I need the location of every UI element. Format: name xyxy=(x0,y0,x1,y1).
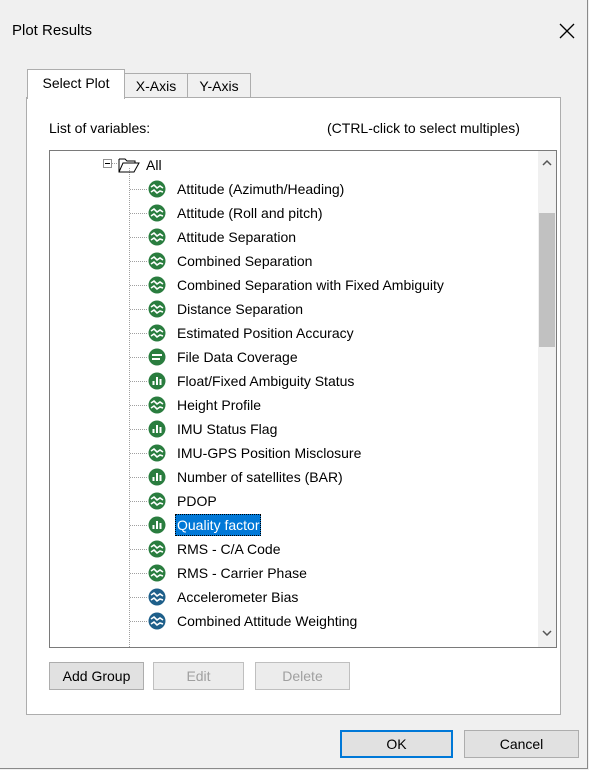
tree-item[interactable]: Height Profile xyxy=(50,393,538,417)
tree-item-label: Estimated Position Accuracy xyxy=(177,325,354,341)
edit-button[interactable]: Edit xyxy=(153,662,244,690)
tree-item[interactable]: Accelerometer Bias xyxy=(50,585,538,609)
close-icon[interactable] xyxy=(553,17,581,45)
title-bar: Plot Results xyxy=(0,0,588,60)
tree-item-label: Accelerometer Bias xyxy=(177,589,299,605)
tree-item-label: Combined Separation with Fixed Ambiguity xyxy=(177,277,444,293)
tree-item[interactable]: IMU Status Flag xyxy=(50,417,538,441)
line-chart-icon xyxy=(148,204,166,222)
tree-item[interactable]: Combined Separation with Fixed Ambiguity xyxy=(50,273,538,297)
bar-chart-icon xyxy=(148,372,166,390)
window-title: Plot Results xyxy=(12,22,93,39)
tree-item-label: IMU-GPS Position Misclosure xyxy=(177,445,362,461)
tree-item[interactable]: Quality factor xyxy=(50,513,538,537)
tree-item[interactable]: RMS - Carrier Phase xyxy=(50,561,538,585)
tree-item-label: Float/Fixed Ambiguity Status xyxy=(177,373,355,389)
line-chart-icon xyxy=(148,276,166,294)
bar-chart-icon xyxy=(148,516,166,534)
tree-item[interactable]: Combined Separation xyxy=(50,249,538,273)
tree-item-label: RMS - C/A Code xyxy=(177,541,281,557)
line-chart-icon xyxy=(148,564,166,582)
tree-item-label: Number of satellites (BAR) xyxy=(177,469,343,485)
tree-root-label: All xyxy=(146,157,162,173)
tree-item-label: IMU Status Flag xyxy=(177,421,278,437)
line-chart-icon xyxy=(148,180,166,198)
tree-item[interactable]: File Data Coverage xyxy=(50,345,538,369)
scrollbar-thumb[interactable] xyxy=(539,213,555,347)
scroll-up-icon[interactable] xyxy=(541,157,553,169)
tree-item[interactable]: PDOP xyxy=(50,489,538,513)
tree-item[interactable]: Estimated Position Accuracy xyxy=(50,321,538,345)
tree-item[interactable]: IMU-GPS Position Misclosure xyxy=(50,441,538,465)
dialog-window: Plot Results Select Plot X-Axis Y-Axis L… xyxy=(0,0,588,769)
line-chart-icon xyxy=(148,612,166,630)
line-chart-icon xyxy=(148,492,166,510)
tree-item[interactable]: Number of satellites (BAR) xyxy=(50,465,538,489)
tree-item[interactable]: Float/Fixed Ambiguity Status xyxy=(50,369,538,393)
tab-x-axis[interactable]: X-Axis xyxy=(124,73,188,97)
tree-item-label: File Data Coverage xyxy=(177,349,298,365)
delete-button[interactable]: Delete xyxy=(255,662,350,690)
add-group-button[interactable]: Add Group xyxy=(49,662,144,690)
tree-item-label: Attitude (Roll and pitch) xyxy=(177,205,323,221)
line-chart-icon xyxy=(148,540,166,558)
tree-item[interactable]: Attitude (Roll and pitch) xyxy=(50,201,538,225)
tree-item-label: Attitude (Azimuth/Heading) xyxy=(177,181,345,197)
line-chart-icon xyxy=(148,252,166,270)
tree-item[interactable]: Attitude Separation xyxy=(50,225,538,249)
tree-item-label: Quality factor xyxy=(175,514,262,536)
tree-item-label: RMS - Carrier Phase xyxy=(177,565,307,581)
coverage-icon xyxy=(148,348,166,366)
tree-item-label: Combined Separation xyxy=(177,253,313,269)
scroll-down-icon[interactable] xyxy=(541,627,553,639)
bar-chart-icon xyxy=(148,468,166,486)
cancel-button[interactable]: Cancel xyxy=(464,730,579,758)
tree-item[interactable]: RMS - C/A Code xyxy=(50,537,538,561)
tab-select-plot[interactable]: Select Plot xyxy=(27,69,125,99)
hint-text: (CTRL-click to select multiples) xyxy=(327,120,520,136)
tree-item[interactable]: Attitude (Azimuth/Heading) xyxy=(50,177,538,201)
tree-item-label: Distance Separation xyxy=(177,301,304,317)
tree-item[interactable]: Combined Attitude Weighting xyxy=(50,609,538,633)
tree-item-label: PDOP xyxy=(177,493,217,509)
tab-y-axis[interactable]: Y-Axis xyxy=(187,73,251,97)
bar-chart-icon xyxy=(148,420,166,438)
line-chart-icon xyxy=(148,444,166,462)
line-chart-icon xyxy=(148,588,166,606)
list-label: List of variables: xyxy=(49,120,151,136)
tree-item-label: Height Profile xyxy=(177,397,262,413)
folder-open-icon xyxy=(118,158,140,173)
tree-item-label: Attitude Separation xyxy=(177,229,297,245)
line-chart-icon xyxy=(148,396,166,414)
line-chart-icon xyxy=(148,324,166,342)
vertical-scrollbar[interactable] xyxy=(538,151,556,647)
line-chart-icon xyxy=(148,300,166,318)
tree-item-label: Combined Attitude Weighting xyxy=(177,613,358,629)
tree-item[interactable]: Distance Separation xyxy=(50,297,538,321)
ok-button[interactable]: OK xyxy=(340,730,453,758)
line-chart-icon xyxy=(148,228,166,246)
variable-tree[interactable]: All Attitude (Azimuth/Heading) Attitude (… xyxy=(49,150,557,648)
